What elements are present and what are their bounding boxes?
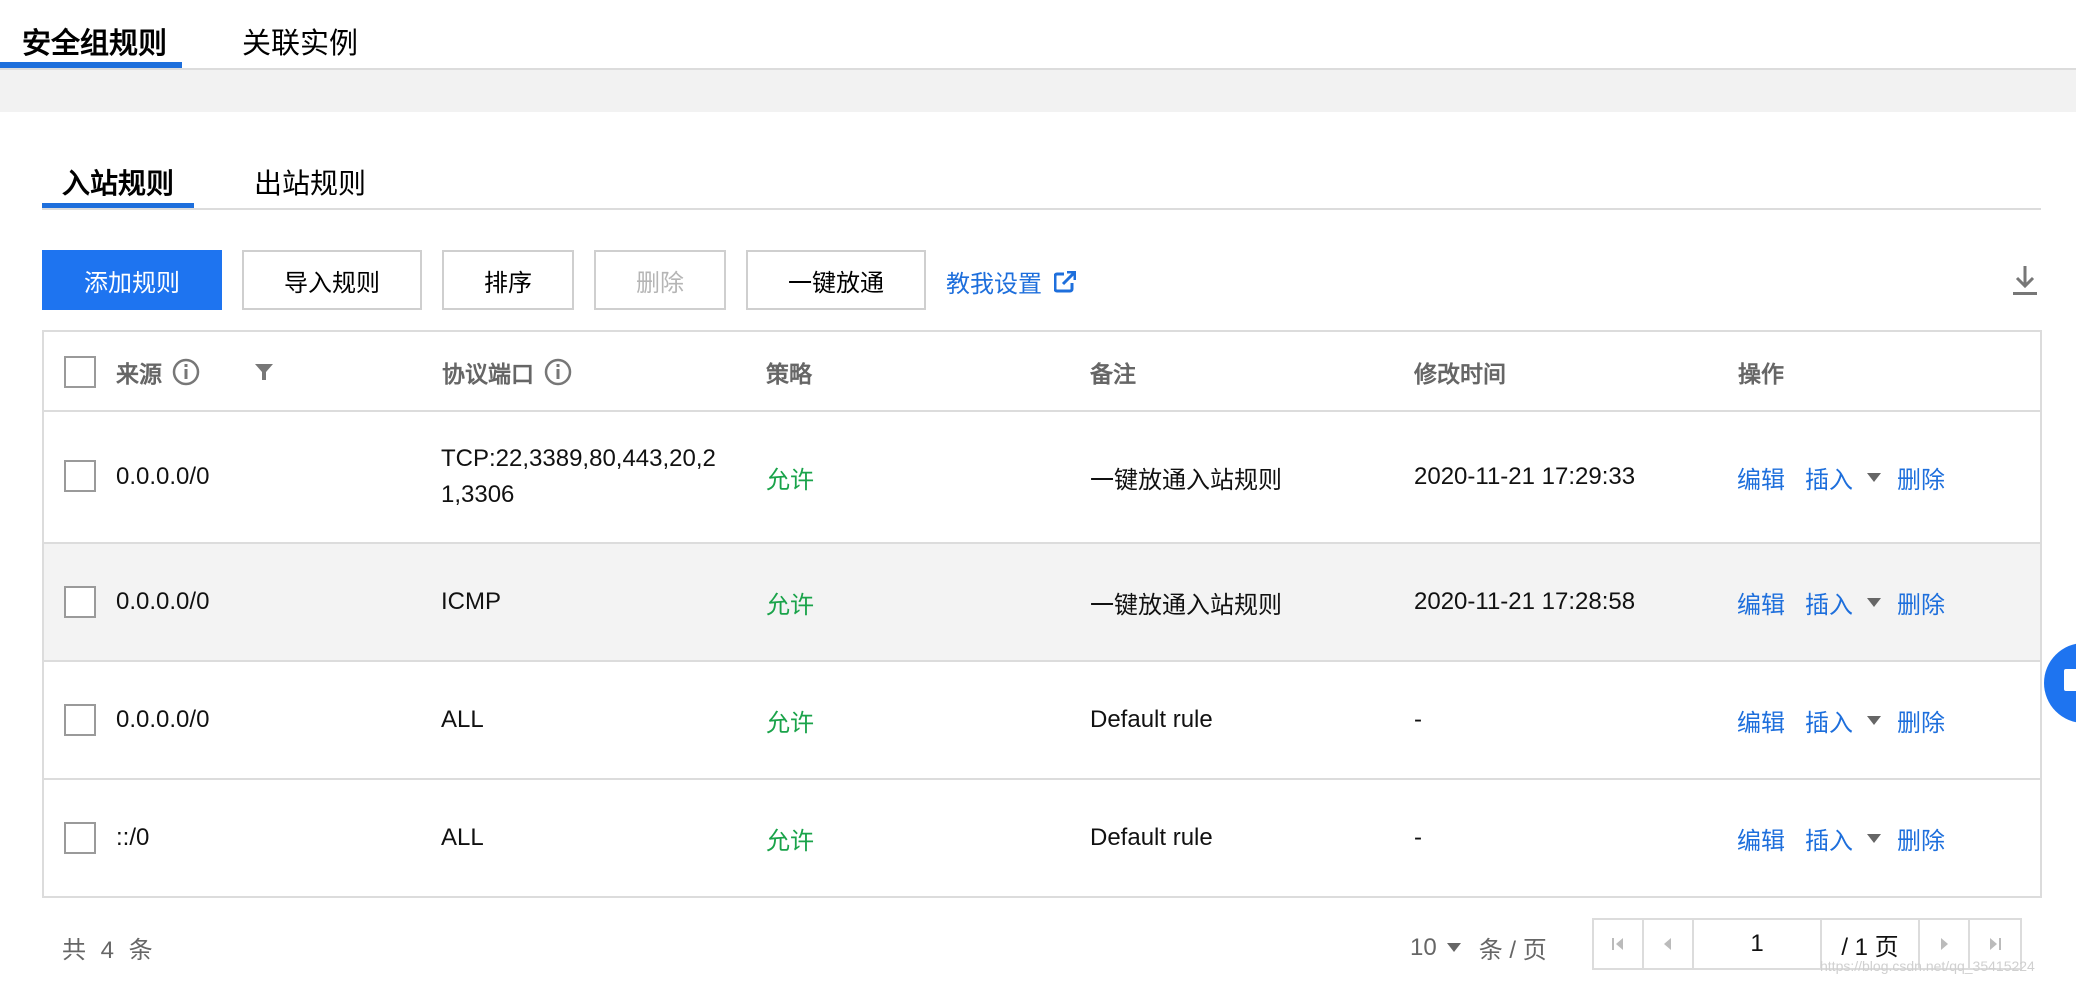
chevron-down-icon[interactable] (1867, 472, 1881, 482)
first-page-button[interactable] (1594, 920, 1644, 968)
edit-link[interactable]: 编辑 (1737, 703, 1785, 738)
active-subtab-indicator (42, 203, 194, 208)
delete-link[interactable]: 删除 (1897, 703, 1945, 738)
last-page-icon (1990, 938, 2001, 950)
page-number-input[interactable] (1694, 920, 1822, 968)
edit-link[interactable]: 编辑 (1737, 460, 1785, 495)
delete-link[interactable]: 删除 (1897, 821, 1945, 856)
row-checkbox[interactable] (64, 704, 96, 736)
delete-link[interactable]: 删除 (1897, 460, 1945, 495)
header-source-label: 来源 (116, 361, 162, 387)
filter-icon[interactable] (254, 362, 274, 382)
download-icon[interactable] (2010, 264, 2040, 298)
prev-page-button[interactable] (1644, 920, 1694, 968)
row-checkbox[interactable] (64, 460, 96, 492)
cell-modified-time: - (1414, 824, 1422, 851)
watermark: https://blog.csdn.net/qq_35415224 (1820, 958, 2035, 974)
cell-remark: 一键放通入站规则 (1090, 466, 1282, 494)
rules-panel: 入站规则 出站规则 添加规则 导入规则 排序 删除 一键放通 教我设置 来源 协… (0, 112, 2076, 988)
header-modified-time: 修改时间 (1414, 361, 1506, 387)
cell-remark: 一键放通入站规则 (1090, 591, 1282, 619)
help-link-label: 教我设置 (946, 271, 1042, 298)
sort-button[interactable]: 排序 (442, 250, 574, 310)
cell-policy: 允许 (766, 709, 814, 737)
cell-policy: 允许 (766, 466, 814, 494)
edit-link[interactable]: 编辑 (1737, 585, 1785, 620)
tab-security-group-rules[interactable]: 安全组规则 (22, 20, 167, 62)
help-link[interactable]: 教我设置 (946, 264, 1076, 299)
cell-modified-time: 2020-11-21 17:28:58 (1414, 588, 1636, 615)
cell-source: 0.0.0.0/0 (116, 463, 210, 490)
row-checkbox[interactable] (64, 586, 96, 618)
cell-modified-time: - (1414, 706, 1422, 733)
header-policy: 策略 (766, 361, 812, 387)
header-protocol-port: 协议端口 (442, 332, 572, 412)
cell-source: 0.0.0.0/0 (116, 706, 210, 733)
cell-remark: Default rule (1090, 706, 1213, 733)
insert-link[interactable]: 插入 (1805, 460, 1853, 495)
page-size-select[interactable]: 10 条 / 页 (1410, 930, 1547, 965)
delete-button[interactable]: 删除 (594, 250, 726, 310)
import-rule-button[interactable]: 导入规则 (242, 250, 422, 310)
chevron-down-icon[interactable] (1867, 597, 1881, 607)
cell-protocol-port: ALL (441, 706, 484, 733)
page-size-value: 10 (1410, 933, 1437, 961)
row-actions: 编辑 插入 删除 (1737, 412, 1945, 542)
cell-protocol-port: ALL (441, 824, 484, 851)
page-size-unit: 条 / 页 (1478, 937, 1547, 964)
header-source: 来源 (116, 332, 200, 412)
header-protocol-port-label: 协议端口 (442, 361, 534, 387)
total-count: 共 4 条 (62, 937, 157, 964)
row-actions: 编辑 插入 删除 (1737, 780, 1945, 896)
cell-protocol-port: ICMP (441, 588, 501, 615)
cell-policy: 允许 (766, 591, 814, 619)
header-remark: 备注 (1090, 361, 1136, 387)
table-row: 0.0.0.0/0 ICMP 允许 一键放通入站规则 2020-11-21 17… (44, 544, 2040, 662)
section-divider (0, 70, 2076, 112)
row-actions: 编辑 插入 删除 (1737, 662, 1945, 778)
cell-modified-time: 2020-11-21 17:29:33 (1414, 463, 1636, 490)
tab-outbound-rules[interactable]: 出站规则 (254, 162, 366, 202)
first-page-icon (1612, 938, 1623, 950)
row-checkbox[interactable] (64, 822, 96, 854)
top-tab-bar: 安全组规则 关联实例 (0, 0, 2076, 70)
table-row: 0.0.0.0/0 TCP:22,3389,80,443,20,21,3306 … (44, 412, 2040, 544)
chevron-down-icon[interactable] (1867, 833, 1881, 843)
chevron-down-icon[interactable] (1867, 715, 1881, 725)
cell-protocol-port: TCP:22,3389,80,443,20,21,3306 (441, 445, 716, 508)
next-page-icon (1941, 938, 1948, 950)
select-all-checkbox[interactable] (64, 356, 96, 388)
header-actions: 操作 (1738, 361, 1784, 387)
cell-remark: Default rule (1090, 824, 1213, 851)
direction-tab-bar: 入站规则 出站规则 (42, 162, 2041, 210)
cell-source: 0.0.0.0/0 (116, 588, 210, 615)
external-link-icon (1054, 270, 1076, 292)
row-actions: 编辑 插入 删除 (1737, 544, 1945, 660)
rules-table: 来源 协议端口 策略 备注 修改时间 操作 0.0.0.0/0 TCP:22,3… (42, 330, 2042, 898)
insert-link[interactable]: 插入 (1805, 821, 1853, 856)
delete-link[interactable]: 删除 (1897, 585, 1945, 620)
tab-inbound-rules[interactable]: 入站规则 (62, 162, 174, 202)
chevron-down-icon (1446, 943, 1461, 952)
insert-link[interactable]: 插入 (1805, 703, 1853, 738)
info-icon[interactable] (544, 358, 572, 386)
cell-source: ::/0 (116, 824, 150, 851)
add-rule-button[interactable]: 添加规则 (42, 250, 222, 310)
edit-link[interactable]: 编辑 (1737, 821, 1785, 856)
open-all-button[interactable]: 一键放通 (746, 250, 926, 310)
table-header: 来源 协议端口 策略 备注 修改时间 操作 (44, 332, 2040, 412)
prev-page-icon (1664, 938, 1671, 950)
active-tab-indicator (0, 62, 182, 68)
tab-associated-instances[interactable]: 关联实例 (242, 20, 358, 62)
cell-policy: 允许 (766, 827, 814, 855)
table-row: 0.0.0.0/0 ALL 允许 Default rule - 编辑 插入 删除 (44, 662, 2040, 780)
insert-link[interactable]: 插入 (1805, 585, 1853, 620)
table-row: ::/0 ALL 允许 Default rule - 编辑 插入 删除 (44, 780, 2040, 896)
info-icon[interactable] (172, 358, 200, 386)
